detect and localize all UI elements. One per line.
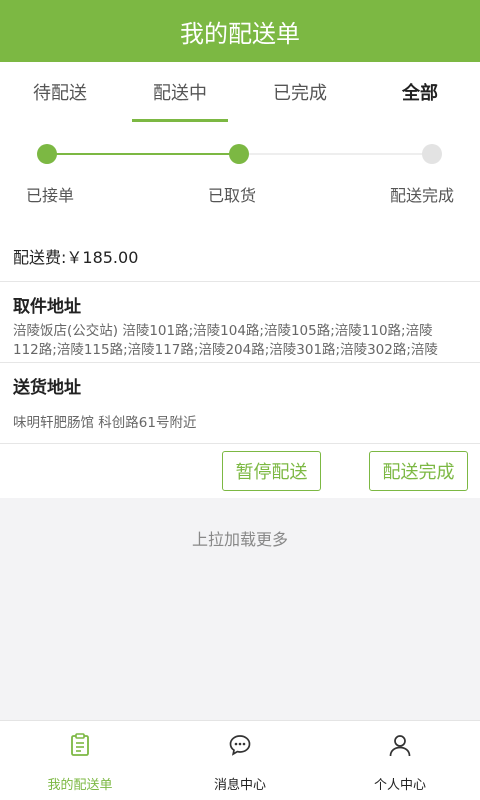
step-label-picked-up: 已取货 (207, 186, 257, 205)
divider (0, 362, 480, 363)
clipboard-icon (71, 733, 89, 756)
status-tabs: 待配送 配送中 已完成 全部 (0, 62, 480, 122)
step-label-accepted: 已接单 (25, 186, 75, 205)
delivery-address-title: 送货地址 (13, 378, 81, 398)
complete-delivery-button[interactable]: 配送完成 (369, 451, 468, 491)
nav-my-orders[interactable]: 我的配送单 (0, 721, 160, 800)
pickup-address-title: 取件地址 (13, 297, 81, 317)
step-dot-picked-up (229, 144, 249, 164)
tab-pending[interactable]: 待配送 (0, 62, 120, 122)
app-header: 我的配送单 (0, 0, 480, 62)
delivery-fee: 配送费:￥185.00 (13, 248, 139, 267)
pickup-address-text: 涪陵饭店(公交站) 涪陵101路;涪陵104路;涪陵105路;涪陵110路;涪陵… (13, 323, 438, 358)
tab-delivering[interactable]: 配送中 (120, 62, 240, 122)
progress-line-done (47, 153, 239, 155)
step-dot-accepted (37, 144, 57, 164)
nav-label: 消息中心 (213, 778, 266, 793)
tab-all[interactable]: 全部 (360, 62, 480, 122)
person-icon (389, 735, 411, 757)
pause-delivery-button[interactable]: 暂停配送 (222, 451, 321, 491)
bottom-nav: 我的配送单 消息中心 个人中心 (0, 720, 480, 800)
tab-completed[interactable]: 已完成 (240, 62, 360, 122)
page-title: 我的配送单 (180, 19, 300, 48)
order-card: 配送费:￥185.00 取件地址 涪陵饭店(公交站) 涪陵101路;涪陵104路… (0, 222, 480, 498)
nav-messages[interactable]: 消息中心 (160, 721, 320, 800)
step-dot-delivered (422, 144, 442, 164)
divider (0, 281, 480, 282)
delivery-address-text: 味明轩肥肠馆 科创路61号附近 (13, 415, 197, 431)
nav-profile[interactable]: 个人中心 (320, 721, 480, 800)
load-more-hint: 上拉加载更多 (191, 530, 288, 549)
chat-icon (229, 735, 251, 756)
progress-line-pending (239, 153, 432, 155)
delivery-progress: 已接单 已取货 配送完成 (0, 122, 480, 222)
nav-label: 个人中心 (373, 778, 426, 793)
nav-label: 我的配送单 (47, 778, 113, 793)
step-label-delivered: 配送完成 (389, 186, 455, 205)
divider (0, 443, 480, 444)
